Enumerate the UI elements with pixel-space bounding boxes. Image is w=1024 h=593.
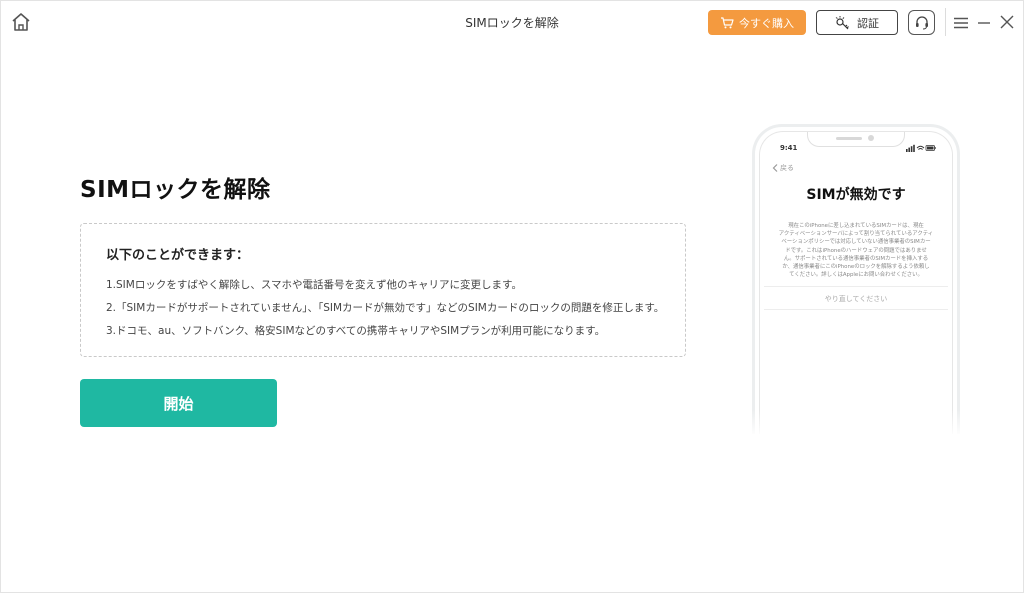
message-line: てください。詳しくはAppleにお問い合わせください。 bbox=[789, 272, 923, 279]
minimize-icon bbox=[978, 22, 990, 24]
feature-heading: 以下のことができます： bbox=[106, 248, 250, 263]
buy-now-button[interactable]: 今すぐ購入 bbox=[708, 10, 806, 35]
speaker-icon bbox=[836, 137, 862, 140]
start-button[interactable]: 開始 bbox=[80, 379, 277, 427]
titlebar-divider bbox=[945, 8, 946, 36]
title-bar: SIMロックを解除 今すぐ購入 認証 bbox=[0, 0, 1024, 46]
feature-item: 1.SIMロックをすばやく解除し、スマホや電話番号を変えず他のキャリアに変更しま… bbox=[106, 279, 522, 291]
phone-retry-label: やり直してください bbox=[824, 295, 888, 303]
phone-divider bbox=[764, 309, 948, 310]
message-line: 現在このiPhoneに差し込まれているSIMカードは、現在 bbox=[788, 223, 924, 229]
close-icon bbox=[1000, 15, 1014, 29]
message-line: か、通信事業者にこのiPhoneのロックを解除するよう依頼し bbox=[782, 264, 930, 271]
status-time: 9:41 bbox=[780, 144, 798, 152]
message-line: ドです。これはiPhoneのハードウェアの問題ではありませ bbox=[785, 247, 927, 254]
feature-item: 2.「SIMカードがサポートされていません」、「SIMカードが無効です」などのS… bbox=[106, 302, 665, 314]
phone-illustration: 9:41 戻る SIMが無効です 現在このiPhoneに差し込まれているSIMカ… bbox=[752, 124, 960, 434]
cart-icon bbox=[721, 16, 734, 28]
phone-screen: 9:41 戻る SIMが無効です 現在このiPhoneに差し込まれているSIMカ… bbox=[759, 131, 953, 434]
register-button[interactable]: 認証 bbox=[816, 10, 898, 35]
feature-item: 3.ドコモ、au、ソフトバンク、格安SIMなどのすべての携帯キャリアやSIMプラ… bbox=[106, 325, 606, 337]
back-label: 戻る bbox=[780, 164, 794, 172]
phone-notch bbox=[807, 132, 905, 147]
feature-box: 以下のことができます： 1.SIMロックをすばやく解除し、スマホや電話番号を変え… bbox=[80, 223, 686, 357]
page-title: SIMロックを解除 bbox=[80, 177, 271, 203]
headset-icon bbox=[915, 15, 928, 29]
message-line: ん。サポートされている通信事業者のSIMカードを挿入する bbox=[783, 255, 929, 262]
phone-divider bbox=[764, 286, 948, 287]
phone-fade-overlay bbox=[740, 410, 974, 448]
menu-button[interactable] bbox=[953, 15, 969, 29]
key-icon bbox=[835, 15, 849, 29]
message-line: アクティベーションサーバによって割り当てられているアクティ bbox=[778, 231, 934, 238]
back-link: 戻る bbox=[772, 163, 794, 173]
hamburger-menu-icon bbox=[954, 17, 968, 29]
message-line: ベーションポリシーでは対応していない通信事業者のSIMカー bbox=[781, 239, 931, 246]
close-button[interactable] bbox=[999, 14, 1015, 30]
phone-title: SIMが無効です bbox=[806, 187, 906, 203]
camera-icon bbox=[868, 135, 874, 141]
chevron-left-icon bbox=[772, 164, 778, 172]
support-button[interactable] bbox=[908, 10, 935, 35]
minimize-button[interactable] bbox=[977, 15, 991, 29]
phone-message: 現在このiPhoneに差し込まれているSIMカードは、現在 アクティベーションサ… bbox=[770, 222, 942, 279]
status-indicators-icon bbox=[906, 144, 936, 152]
register-label: 認証 bbox=[857, 16, 879, 30]
buy-now-label: 今すぐ購入 bbox=[739, 16, 794, 30]
